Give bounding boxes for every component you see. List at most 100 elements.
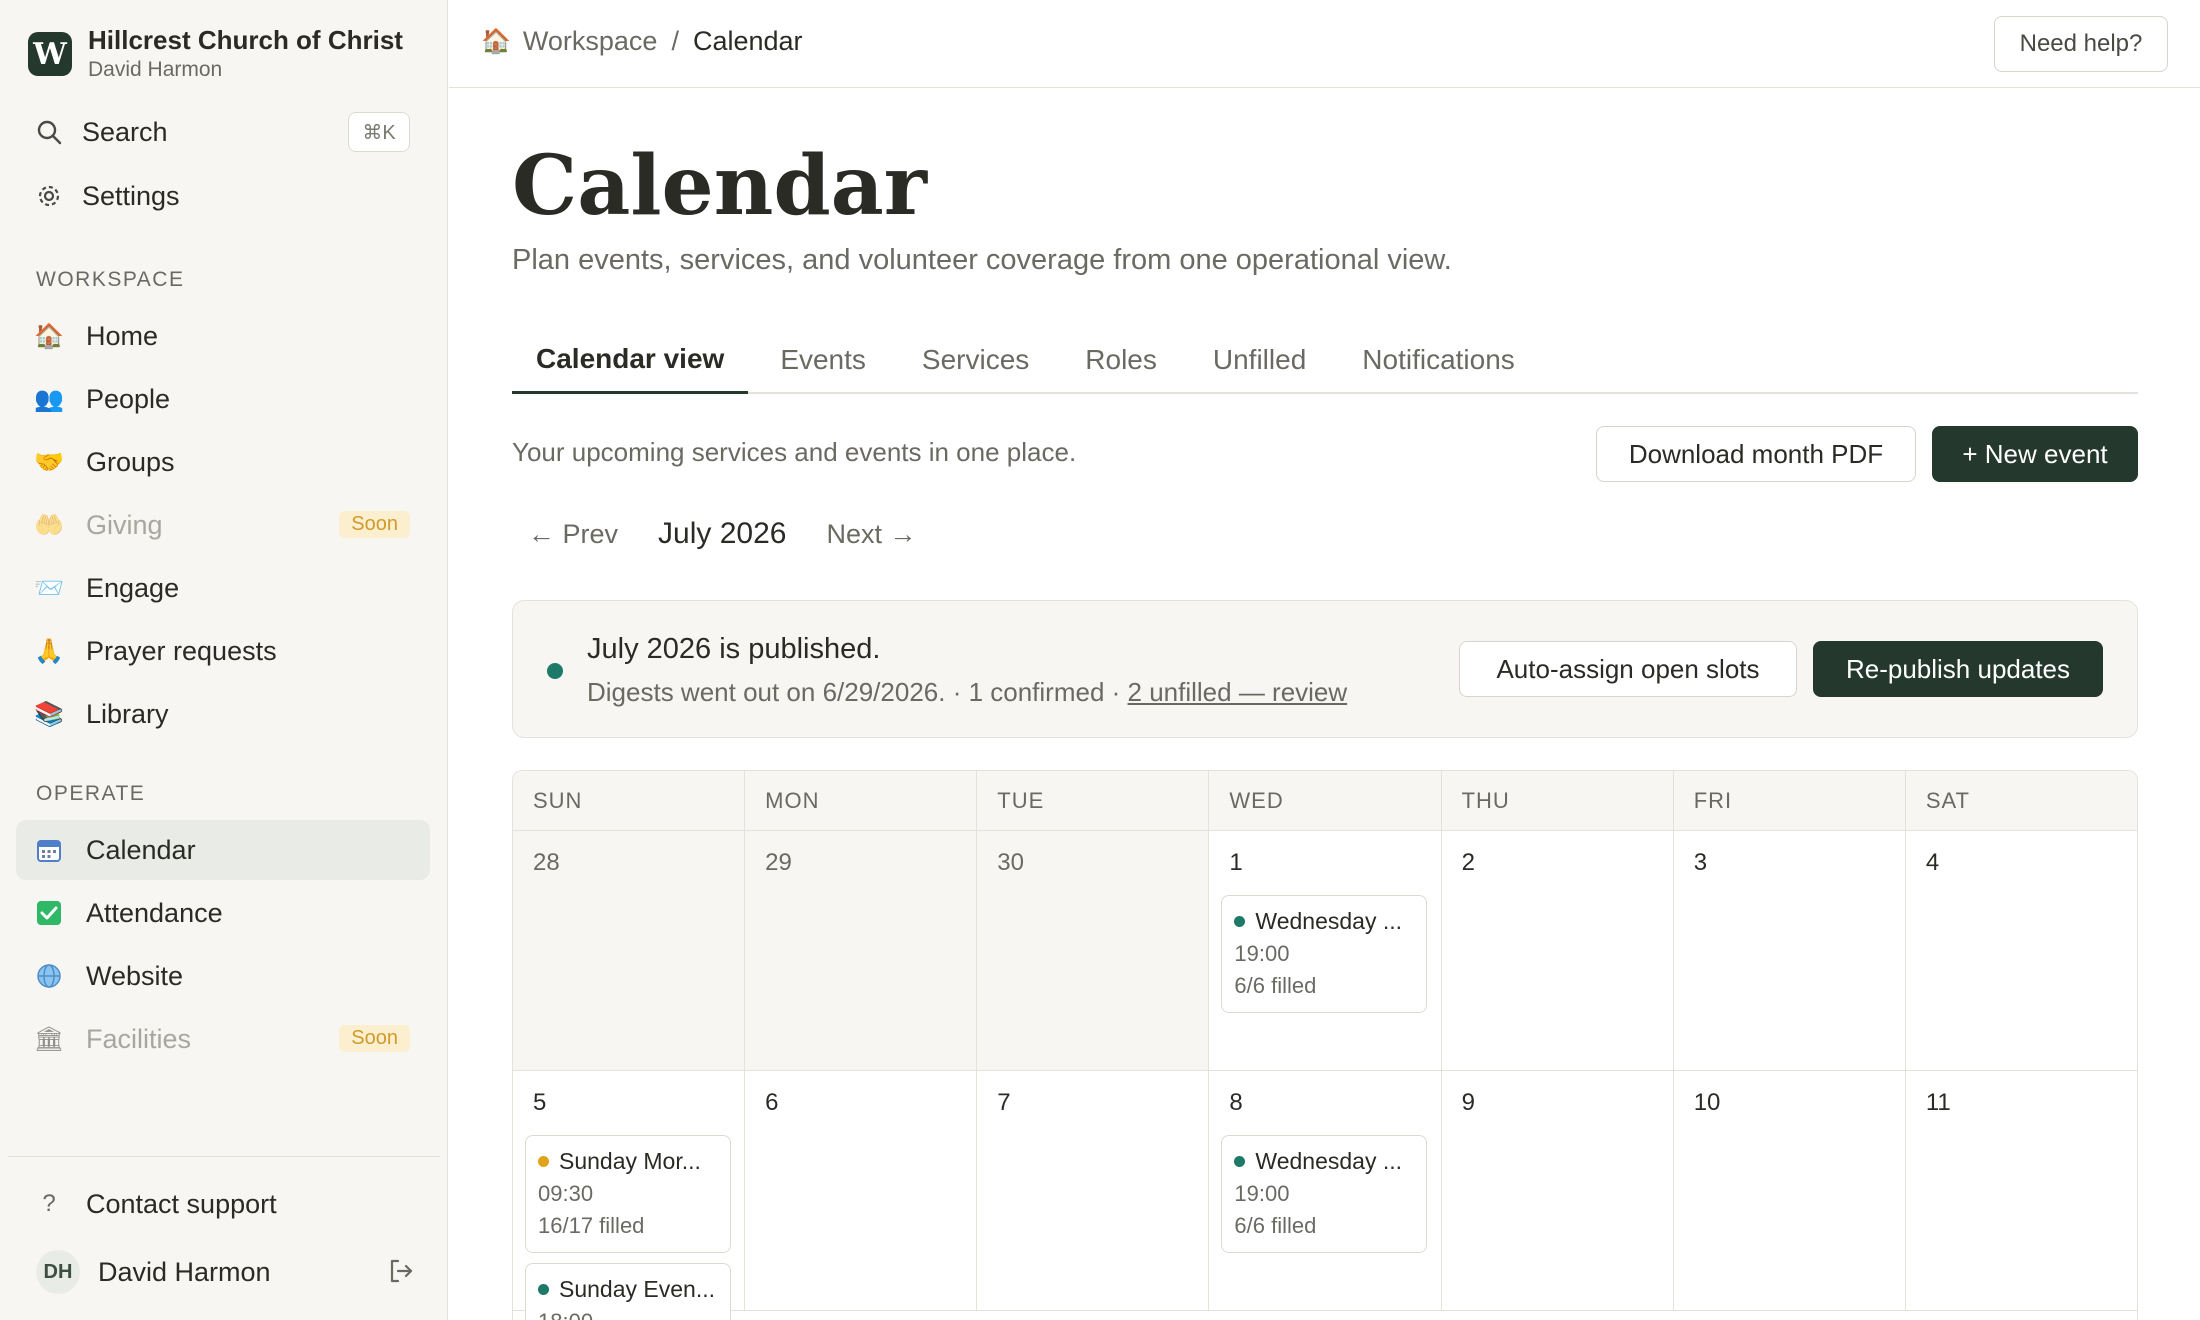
calendar-day[interactable]: 5 Sunday Mor... 09:30 16/17 filled Sunda… <box>513 1071 746 1320</box>
weekday-label: TUE <box>977 771 1210 830</box>
event-card[interactable]: Sunday Even... 18:00 <box>525 1263 731 1320</box>
toolbar-description: Your upcoming services and events in one… <box>512 437 1077 467</box>
sidebar-item-engage[interactable]: 📨 Engage <box>16 558 430 618</box>
sidebar-item-calendar[interactable]: Calendar <box>16 820 430 880</box>
workspace-section-heading: WORKSPACE <box>36 268 185 291</box>
org-name: Hillcrest Church of Christ <box>88 25 403 55</box>
breadcrumb-current: Calendar <box>692 26 803 56</box>
search-icon <box>34 117 64 147</box>
calendar-week: 5 Sunday Mor... 09:30 16/17 filled Sunda… <box>513 1071 2137 1320</box>
calendar-day[interactable]: 2 <box>1441 831 1674 1070</box>
weekday-label: FRI <box>1674 771 1906 830</box>
calendar-day[interactable]: 4 <box>1905 831 2137 1070</box>
weekday-header: SUN MON TUE WED THU FRI SAT <box>513 771 2137 831</box>
sidebar-item-attendance[interactable]: Attendance <box>16 883 430 943</box>
event-title: Wednesday ... <box>1255 908 1403 934</box>
published-status-banner: July 2026 is published. Digests went out… <box>512 600 2138 738</box>
need-help-button[interactable]: Need help? <box>1994 16 2168 72</box>
tab-events[interactable]: Events <box>756 326 890 394</box>
day-number: 6 <box>765 1089 779 1116</box>
event-status-dot <box>538 1284 549 1295</box>
sidebar-item-label: People <box>86 383 171 414</box>
sidebar-item-settings[interactable]: Settings <box>16 166 430 226</box>
calendar-day[interactable]: 29 <box>745 831 978 1070</box>
building-icon: 🏛 <box>33 1025 65 1053</box>
event-card[interactable]: Wednesday ... 19:00 6/6 filled <box>1221 895 1428 1013</box>
sidebar-item-label: Giving <box>86 509 163 540</box>
sidebar-item-prayer-requests[interactable]: 🙏 Prayer requests <box>16 621 430 681</box>
event-title: Sunday Even... <box>559 1276 715 1302</box>
unfilled-review-link[interactable]: 2 unfilled — review <box>1128 677 1348 707</box>
sidebar-item-library[interactable]: 📚 Library <box>16 684 430 744</box>
settings-label: Settings <box>82 180 180 211</box>
download-month-pdf-button[interactable]: Download month PDF <box>1596 426 1916 482</box>
new-event-button[interactable]: + New event <box>1932 426 2138 482</box>
calendar-day[interactable]: 28 <box>513 831 746 1070</box>
user-profile[interactable]: DH David Harmon <box>36 1244 416 1300</box>
event-time: 19:00 <box>1234 941 1290 966</box>
topbar: 🏠 Workspace / Calendar Need help? <box>449 0 2200 88</box>
page-title: Calendar <box>512 138 928 234</box>
event-status-dot <box>1234 916 1246 927</box>
event-title: Sunday Mor... <box>559 1148 701 1174</box>
contact-support-link[interactable]: ? Contact support <box>16 1174 430 1234</box>
org-logo: W <box>28 32 72 76</box>
calendar-day[interactable]: 7 <box>977 1071 1210 1310</box>
sidebar-item-label: Groups <box>86 446 175 477</box>
sidebar-item-people[interactable]: 👥 People <box>16 369 430 429</box>
auto-assign-button[interactable]: Auto-assign open slots <box>1459 641 1797 697</box>
sidebar-item-groups[interactable]: 🤝 Groups <box>16 432 430 492</box>
mail-icon: 📨 <box>34 574 64 602</box>
day-number: 1 <box>1229 849 1243 876</box>
calendar-day[interactable]: 6 <box>745 1071 978 1310</box>
tab-calendar-view[interactable]: Calendar view <box>512 326 749 394</box>
sidebar-item-website[interactable]: Website <box>16 946 430 1006</box>
day-number: 10 <box>1693 1089 1721 1116</box>
event-time: 09:30 <box>538 1181 594 1206</box>
globe-icon <box>34 961 64 991</box>
sidebar-item-label: Calendar <box>86 834 196 865</box>
sidebar-item-label: Library <box>86 698 169 729</box>
sidebar-item-giving: 🤲 Giving Soon <box>16 495 430 555</box>
people-icon: 👥 <box>34 385 64 413</box>
month-calendar-grid: SUN MON TUE WED THU FRI SAT 28 29 30 1 W… <box>512 770 2138 1320</box>
day-number: 9 <box>1461 1089 1475 1116</box>
books-icon: 📚 <box>34 700 64 728</box>
current-month-label: July 2026 <box>658 517 787 550</box>
breadcrumb-workspace[interactable]: Workspace <box>523 26 658 57</box>
calendar-day[interactable]: 11 <box>1905 1071 2137 1310</box>
tab-unfilled[interactable]: Unfilled <box>1189 326 1330 394</box>
day-number: 4 <box>1925 849 1940 876</box>
soon-badge: Soon <box>339 511 410 538</box>
sidebar-item-home[interactable]: 🏠 Home <box>16 306 430 366</box>
logout-icon[interactable] <box>386 1256 416 1286</box>
sidebar-item-label: Engage <box>86 572 180 603</box>
prev-month-link[interactable]: ← Prev <box>512 519 634 550</box>
tab-notifications[interactable]: Notifications <box>1338 326 1539 394</box>
sidebar-search[interactable]: Search ⌘K <box>16 102 430 162</box>
soon-badge: Soon <box>339 1025 410 1052</box>
sidebar: W Hillcrest Church of Christ David Harmo… <box>0 0 448 1320</box>
calendar-day[interactable]: 8 Wednesday ... 19:00 6/6 filled <box>1209 1071 1442 1310</box>
breadcrumb-separator: / <box>671 26 679 56</box>
tab-services[interactable]: Services <box>898 326 1053 394</box>
event-status-dot <box>1234 1156 1246 1167</box>
sidebar-item-facilities: 🏛 Facilities Soon <box>16 1009 430 1069</box>
weekday-label: SUN <box>513 771 746 830</box>
tab-roles[interactable]: Roles <box>1061 326 1181 394</box>
next-month-link[interactable]: Next → <box>810 519 932 550</box>
event-card[interactable]: Sunday Mor... 09:30 16/17 filled <box>525 1135 731 1253</box>
calendar-day[interactable]: 10 <box>1673 1071 1906 1310</box>
republish-button[interactable]: Re-publish updates <box>1813 641 2103 697</box>
calendar-day[interactable]: 3 <box>1673 831 1906 1070</box>
calendar-day[interactable]: 1 Wednesday ... 19:00 6/6 filled <box>1209 831 1442 1070</box>
event-status-dot <box>538 1156 549 1167</box>
calendar-day[interactable]: 9 <box>1441 1071 1674 1310</box>
sidebar-item-label: Prayer requests <box>86 635 277 666</box>
calendar-day[interactable]: 30 <box>977 831 1210 1070</box>
org-switcher[interactable]: W Hillcrest Church of Christ David Harmo… <box>28 24 403 84</box>
weekday-label: WED <box>1209 771 1442 830</box>
event-card[interactable]: Wednesday ... 19:00 6/6 filled <box>1221 1135 1428 1253</box>
day-number: 29 <box>765 849 792 876</box>
sidebar-divider <box>8 1156 440 1157</box>
